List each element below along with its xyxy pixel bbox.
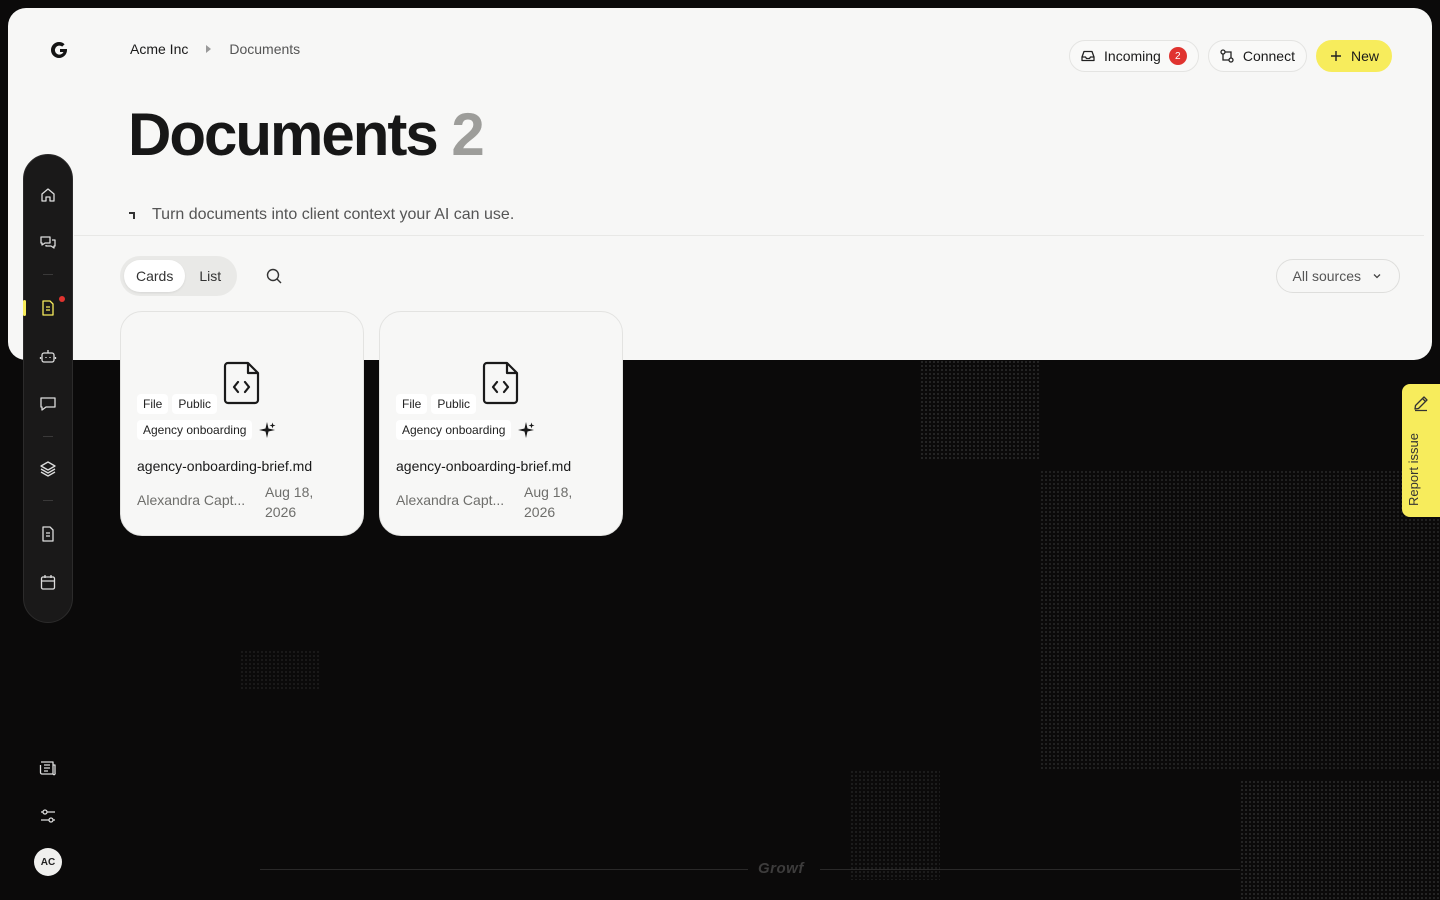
new-label: New: [1350, 48, 1379, 64]
footer-divider: [260, 869, 748, 870]
document-tags: File Public: [137, 394, 218, 414]
settings-sliders-icon[interactable]: [38, 806, 58, 826]
breadcrumb-org[interactable]: Acme Inc: [130, 41, 188, 57]
inbox-icon: [1081, 50, 1095, 62]
document-tags: File Public: [396, 394, 477, 414]
page-title: Documents 2: [128, 100, 485, 169]
breadcrumb-current: Documents: [229, 41, 301, 57]
breadcrumb-separator-icon: [206, 45, 212, 53]
new-button[interactable]: New: [1315, 40, 1392, 72]
page-title-text: Documents: [128, 101, 439, 168]
bg-texture: [920, 360, 1040, 460]
calendar-icon[interactable]: [39, 573, 57, 591]
tag-visibility: Public: [431, 394, 477, 414]
document-date: Aug 18, 2026: [265, 484, 314, 520]
report-issue-label: Report issue: [1406, 433, 1421, 506]
bg-texture: [1240, 780, 1440, 900]
connect-icon: [1220, 49, 1234, 63]
app-logo-icon[interactable]: [48, 39, 70, 61]
sources-filter-label: All sources: [1292, 268, 1361, 284]
view-toggle: Cards List: [120, 256, 238, 296]
incoming-count-badge: 2: [1168, 47, 1187, 65]
document-filename: agency-onboarding-brief.md: [396, 458, 572, 474]
document-author: Alexandra Capt...: [137, 492, 246, 508]
bot-icon[interactable]: [39, 347, 57, 365]
tag-collection: Agency onboarding: [137, 420, 253, 440]
pencil-icon: [1414, 396, 1428, 412]
user-avatar[interactable]: AC: [34, 848, 62, 876]
search-icon[interactable]: [264, 266, 284, 286]
sources-filter-dropdown[interactable]: All sources: [1275, 259, 1400, 293]
documents-notification-dot: [59, 296, 65, 302]
page-title-count: 2: [451, 101, 484, 168]
page-subtitle-text: Turn documents into client context your …: [152, 206, 515, 223]
sidebar-separator: [43, 436, 53, 437]
tag-type: File: [137, 394, 169, 414]
sidebar-rail: [23, 154, 73, 623]
view-toggle-list[interactable]: List: [187, 260, 233, 292]
layers-icon[interactable]: [39, 460, 57, 478]
conversations-icon[interactable]: [39, 234, 57, 252]
document-author: Alexandra Capt...: [396, 492, 505, 508]
footer-divider: [820, 869, 1240, 870]
top-actions: Incoming 2 Connect New: [1069, 40, 1392, 72]
tag-type: File: [396, 394, 428, 414]
documents-icon[interactable]: [39, 299, 57, 317]
ai-sparkle-icon: [259, 422, 276, 438]
incoming-button[interactable]: Incoming 2: [1069, 40, 1199, 72]
sidebar-separator: [43, 274, 53, 275]
code-file-icon: [223, 361, 260, 405]
main-panel: Acme Inc Documents Incoming 2 Connect Ne…: [8, 8, 1432, 360]
news-icon[interactable]: [38, 758, 58, 778]
connect-button[interactable]: Connect: [1207, 40, 1307, 72]
sidebar-separator: [43, 500, 53, 501]
plus-icon: [1330, 51, 1341, 61]
connect-label: Connect: [1242, 48, 1295, 64]
document-card[interactable]: File Public Agency onboarding agency-onb…: [379, 311, 623, 536]
code-file-icon: [482, 361, 519, 405]
bg-texture: [850, 770, 940, 880]
page-subtitle: Turn documents into client context your …: [128, 206, 514, 224]
document-card[interactable]: File Public Agency onboarding agency-onb…: [120, 311, 364, 536]
sidebar-active-indicator: [23, 300, 26, 316]
document-collection-row: Agency onboarding: [137, 420, 276, 440]
file-icon[interactable]: [39, 525, 57, 543]
tag-collection: Agency onboarding: [396, 420, 512, 440]
document-date: Aug 18, 2026: [524, 484, 573, 520]
report-issue-button[interactable]: Report issue: [1402, 384, 1440, 517]
view-toggle-cards[interactable]: Cards: [124, 260, 186, 292]
chevron-down-icon: [1373, 274, 1381, 279]
tag-visibility: Public: [172, 394, 218, 414]
bg-texture: [1040, 470, 1440, 770]
ai-sparkle-icon: [518, 422, 535, 438]
document-filename: agency-onboarding-brief.md: [137, 458, 313, 474]
chat-icon[interactable]: [39, 395, 57, 413]
section-divider: [74, 235, 1424, 236]
corner-mark-icon: [129, 212, 135, 219]
bg-texture: [240, 650, 320, 690]
incoming-label: Incoming: [1104, 48, 1161, 64]
breadcrumb: Acme Inc Documents: [130, 41, 300, 57]
home-icon[interactable]: [39, 186, 57, 204]
document-collection-row: Agency onboarding: [396, 420, 535, 440]
footer-brand: Growf: [758, 860, 804, 877]
